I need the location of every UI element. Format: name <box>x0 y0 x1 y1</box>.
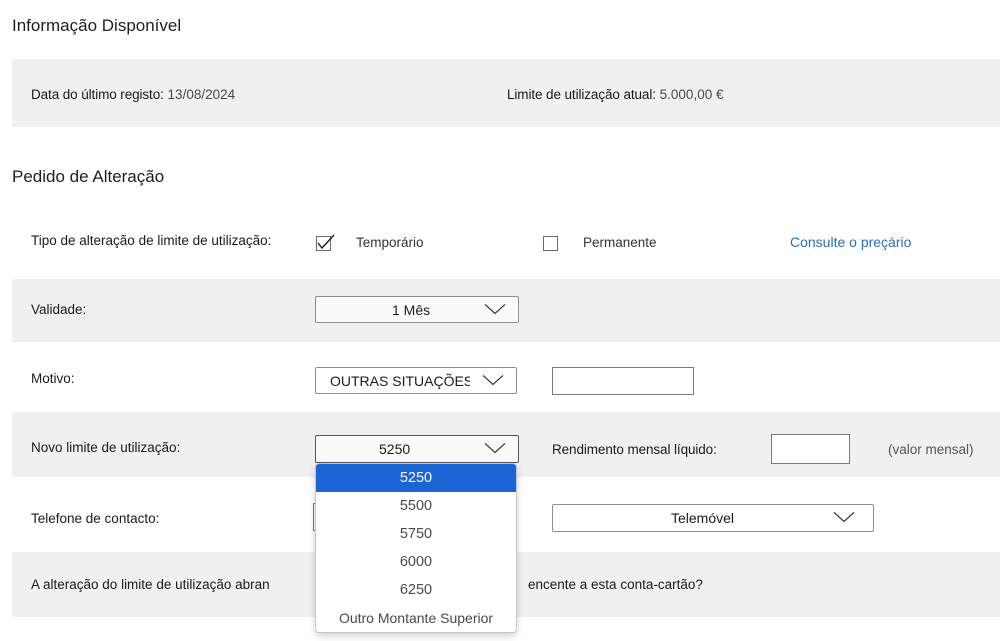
request-section-title: Pedido de Alteração <box>12 167 165 186</box>
last-record-label: Data do último registo: <box>31 87 164 102</box>
pricing-link[interactable]: Consulte o preçário <box>790 234 911 250</box>
checkmark-icon <box>317 234 335 250</box>
phone-type-value: Telemóvel <box>671 510 735 526</box>
chevron-down-icon <box>484 303 506 314</box>
chevron-down-icon <box>484 442 506 454</box>
new-limit-value: 5250 <box>379 441 411 457</box>
validity-select[interactable]: 1 Mês <box>315 296 519 323</box>
last-record-value: 13/08/2024 <box>167 87 236 102</box>
current-limit-label: Limite de utilização atual: <box>507 87 656 102</box>
question-text-end: encente a esta conta-cartão? <box>528 577 703 592</box>
permanent-checkbox[interactable] <box>543 236 558 251</box>
reason-label: Motivo: <box>31 371 75 386</box>
option-other-amount[interactable]: Outro Montante Superior <box>316 604 516 632</box>
reason-text-input[interactable] <box>552 367 694 395</box>
new-limit-select[interactable]: 5250 <box>315 435 519 463</box>
option-6000[interactable]: 6000 <box>316 548 516 576</box>
phone-label: Telefone de contacto: <box>31 511 160 526</box>
reason-select[interactable]: OUTRAS SITUAÇÕES <box>315 367 517 394</box>
validity-label: Validade: <box>31 302 87 317</box>
info-section-title: Informação Disponível <box>12 16 182 35</box>
current-limit-row: Limite de utilização atual: 5.000,00 € <box>507 87 723 102</box>
current-limit-value: 5.000,00 € <box>659 87 724 102</box>
temporary-checkbox[interactable] <box>316 234 335 251</box>
last-record-row: Data do último registo: 13/08/2024 <box>31 87 235 102</box>
new-limit-label: Novo limite de utilização: <box>31 440 181 455</box>
option-6250[interactable]: 6250 <box>316 576 516 604</box>
income-input[interactable] <box>771 434 850 464</box>
chevron-down-icon <box>833 511 855 523</box>
new-limit-options-list[interactable]: 5250 5500 5750 6000 6250 Outro Montante … <box>315 463 517 633</box>
reason-value: OUTRAS SITUAÇÕES <box>330 372 470 389</box>
permanent-label: Permanente <box>583 235 657 250</box>
option-5250[interactable]: 5250 <box>316 464 516 492</box>
option-5500[interactable]: 5500 <box>316 492 516 520</box>
phone-type-select[interactable]: Telemóvel <box>552 504 874 532</box>
option-5750[interactable]: 5750 <box>316 520 516 548</box>
income-suffix: (valor mensal) <box>888 442 974 457</box>
change-type-label: Tipo de alteração de limite de utilizaçã… <box>31 233 272 248</box>
info-band: Data do último registo: 13/08/2024 Limit… <box>12 59 1000 127</box>
income-label: Rendimento mensal líquido: <box>552 442 717 457</box>
validity-value: 1 Mês <box>392 301 431 318</box>
question-text-start: A alteração do limite de utilização abra… <box>31 577 270 592</box>
temporary-label: Temporário <box>356 235 424 250</box>
validity-band: Validade: 1 Mês <box>12 279 1000 342</box>
chevron-down-icon <box>482 374 504 385</box>
